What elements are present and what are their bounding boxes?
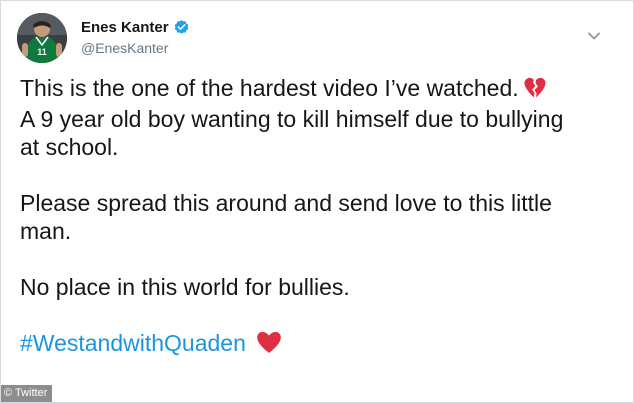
red-heart-icon: [256, 331, 282, 360]
tweet-line-3: at school.: [20, 134, 119, 160]
author-handle[interactable]: @EnesKanter: [81, 40, 190, 56]
avatar-image: 11: [17, 13, 67, 63]
author-names: Enes Kanter @EnesKanter: [81, 17, 190, 56]
chevron-down-icon[interactable]: [587, 29, 601, 43]
tweet-line-5: man.: [20, 218, 72, 244]
avatar[interactable]: 11: [17, 13, 67, 63]
tweet-text: This is the one of the hardest video I’v…: [20, 74, 616, 360]
verified-badge-icon: [173, 19, 190, 36]
twitter-watermark: © Twitter: [1, 385, 53, 402]
tweet-line-1-text: This is the one of the hardest video I’v…: [20, 75, 519, 101]
tweet-line-2: A 9 year old boy wanting to kill himself…: [20, 106, 564, 132]
tweet-card: 11 Enes Kanter @EnesKanter This is the o…: [0, 0, 634, 403]
hashtag-link[interactable]: #WestandwithQuaden: [20, 330, 246, 356]
tweet-line-6: No place in this world for bullies.: [20, 274, 350, 300]
tweet-header: 11 Enes Kanter @EnesKanter: [17, 13, 617, 63]
display-name-row: Enes Kanter: [81, 17, 190, 37]
avatar-jersey-number: 11: [37, 47, 47, 57]
display-name[interactable]: Enes Kanter: [81, 19, 169, 36]
hashtag-line: #WestandwithQuaden: [20, 329, 616, 360]
tweet-line-4: Please spread this around and send love …: [20, 190, 552, 216]
broken-heart-icon: [523, 77, 547, 105]
tweet-line-1: This is the one of the hardest video I’v…: [20, 74, 616, 105]
